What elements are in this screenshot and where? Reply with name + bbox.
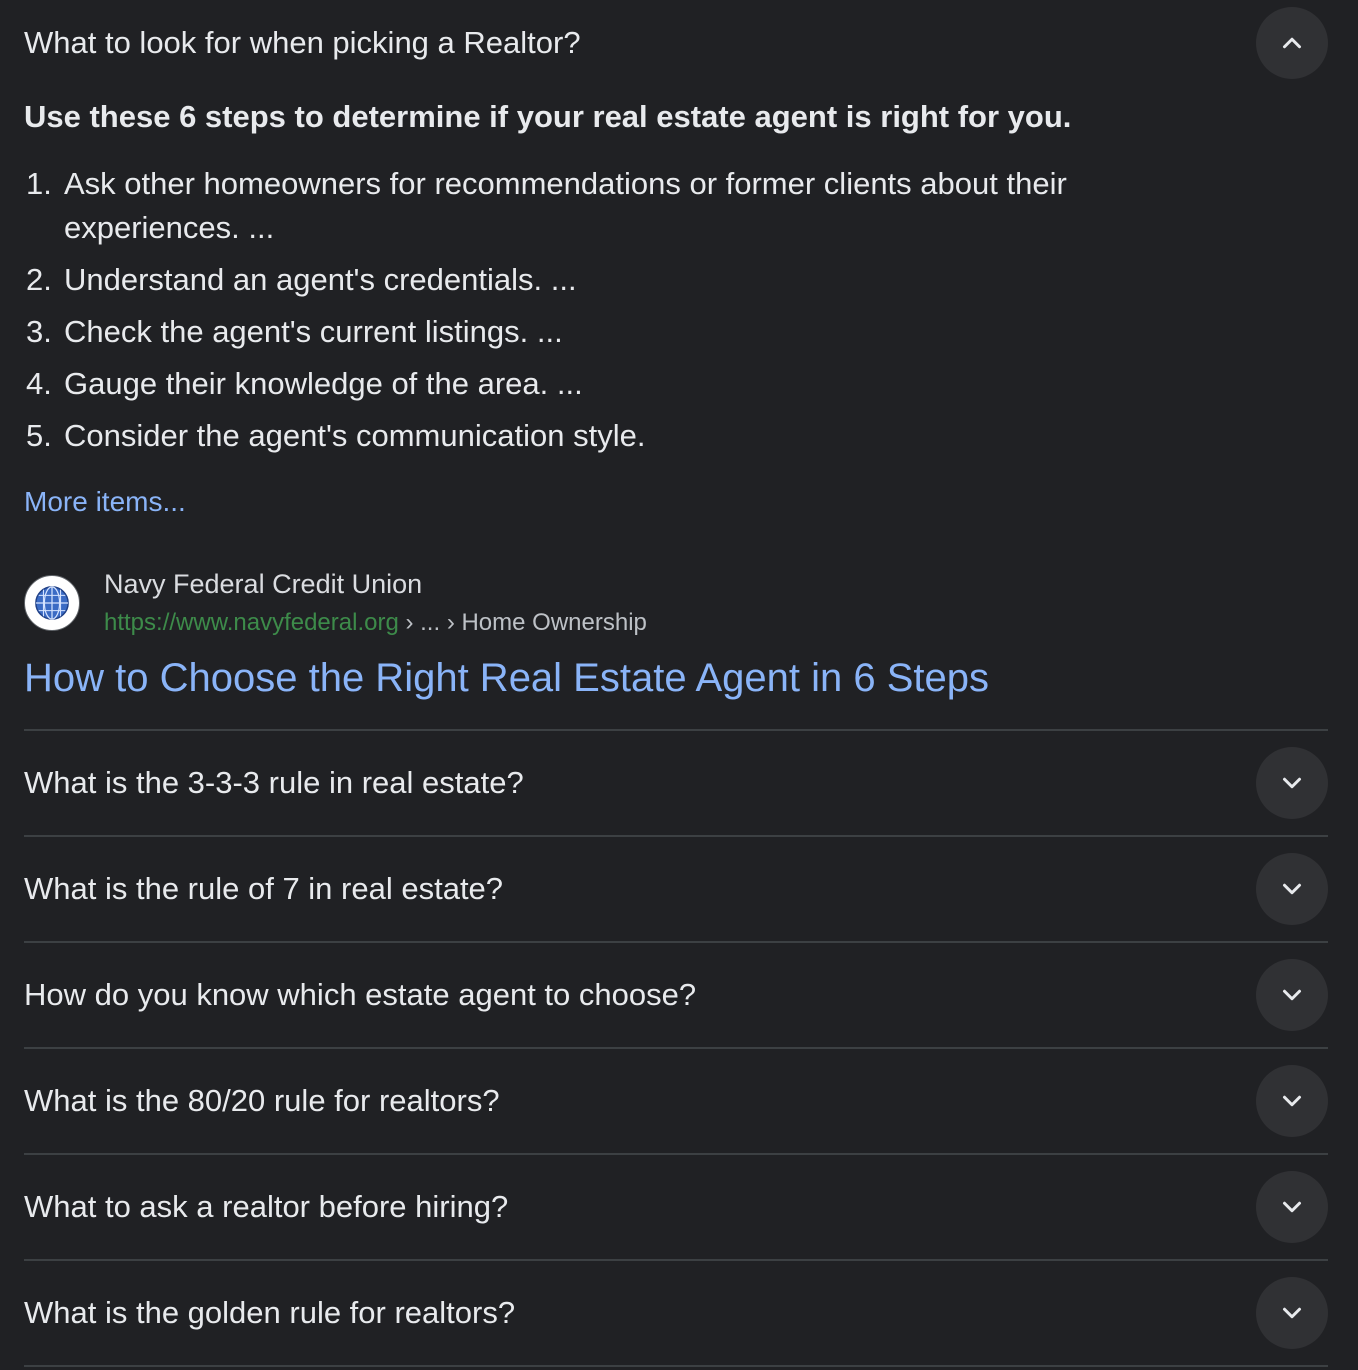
question-text: What is the 80/20 rule for realtors? bbox=[24, 1083, 500, 1118]
step-number: 4. bbox=[26, 366, 52, 401]
question-text: What is the golden rule for realtors? bbox=[24, 1295, 516, 1330]
chevron-up-icon bbox=[1283, 37, 1301, 49]
source-info[interactable]: Navy Federal Credit Union https://www.na… bbox=[24, 566, 1024, 636]
step-text: Consider the agent's communication style… bbox=[64, 418, 646, 453]
expand-button[interactable] bbox=[1256, 1171, 1328, 1243]
site-url: https://www.navyfederal.org › ... › Home… bbox=[104, 608, 647, 638]
related-question[interactable]: What is the golden rule for realtors? bbox=[24, 1261, 1328, 1367]
step-text: Ask other homeowners for recommendations… bbox=[64, 166, 1067, 245]
expand-button[interactable] bbox=[1256, 959, 1328, 1031]
list-item: 1. Ask other homeowners for recommendatio… bbox=[24, 162, 1174, 250]
expand-button[interactable] bbox=[1256, 1065, 1328, 1137]
globe-icon bbox=[35, 586, 69, 620]
question-text: What to look for when picking a Realtor? bbox=[24, 25, 581, 60]
related-question[interactable]: What to ask a realtor before hiring? bbox=[24, 1155, 1328, 1261]
related-question[interactable]: What is the 3-3-3 rule in real estate? bbox=[24, 731, 1328, 837]
chevron-down-icon bbox=[1283, 1307, 1301, 1319]
list-item: 3. Check the agent's current listings. ..… bbox=[24, 310, 1174, 354]
chevron-down-icon bbox=[1283, 989, 1301, 1001]
site-favicon bbox=[24, 575, 80, 631]
chevron-down-icon bbox=[1283, 1201, 1301, 1213]
expanded-question[interactable]: What to look for when picking a Realtor? bbox=[24, 0, 1328, 86]
related-question[interactable]: What is the rule of 7 in real estate? bbox=[24, 837, 1328, 943]
expand-button[interactable] bbox=[1256, 853, 1328, 925]
steps-list: 1. Ask other homeowners for recommendatio… bbox=[24, 162, 1174, 466]
question-text: How do you know which estate agent to ch… bbox=[24, 977, 697, 1012]
step-text: Gauge their knowledge of the area. ... bbox=[64, 366, 583, 401]
people-also-ask: What to look for when picking a Realtor?… bbox=[24, 0, 1328, 1367]
list-item: 5. Consider the agent's communication sty… bbox=[24, 414, 1174, 458]
step-text: Check the agent's current listings. ... bbox=[64, 314, 563, 349]
list-item: 2. Understand an agent's credentials. ... bbox=[24, 258, 1174, 302]
expand-button[interactable] bbox=[1256, 747, 1328, 819]
related-questions-list: What is the 3-3-3 rule in real estate? W… bbox=[24, 729, 1328, 1367]
question-text: What is the 3-3-3 rule in real estate? bbox=[24, 765, 524, 800]
chevron-down-icon bbox=[1283, 777, 1301, 789]
more-items-link[interactable]: More items... bbox=[24, 482, 186, 522]
related-question[interactable]: What is the 80/20 rule for realtors? bbox=[24, 1049, 1328, 1155]
step-number: 1. bbox=[26, 166, 52, 201]
list-item: 4. Gauge their knowledge of the area. ... bbox=[24, 362, 1174, 406]
expand-button[interactable] bbox=[1256, 1277, 1328, 1349]
step-text: Understand an agent's credentials. ... bbox=[64, 262, 577, 297]
question-text: What is the rule of 7 in real estate? bbox=[24, 871, 504, 906]
collapse-button[interactable] bbox=[1256, 7, 1328, 79]
answer-heading: Use these 6 steps to determine if your r… bbox=[24, 99, 1072, 134]
related-question[interactable]: How do you know which estate agent to ch… bbox=[24, 943, 1328, 1049]
url-breadcrumb: › ... › Home Ownership bbox=[398, 609, 647, 636]
result-title-link[interactable]: How to Choose the Right Real Estate Agen… bbox=[24, 650, 989, 706]
chevron-down-icon bbox=[1283, 883, 1301, 895]
site-name: Navy Federal Credit Union bbox=[104, 569, 423, 599]
step-number: 5. bbox=[26, 418, 52, 453]
step-number: 3. bbox=[26, 314, 52, 349]
url-text: https://www.navyfederal.org bbox=[104, 609, 399, 636]
chevron-down-icon bbox=[1283, 1095, 1301, 1107]
question-text: What to ask a realtor before hiring? bbox=[24, 1189, 509, 1224]
step-number: 2. bbox=[26, 262, 52, 297]
